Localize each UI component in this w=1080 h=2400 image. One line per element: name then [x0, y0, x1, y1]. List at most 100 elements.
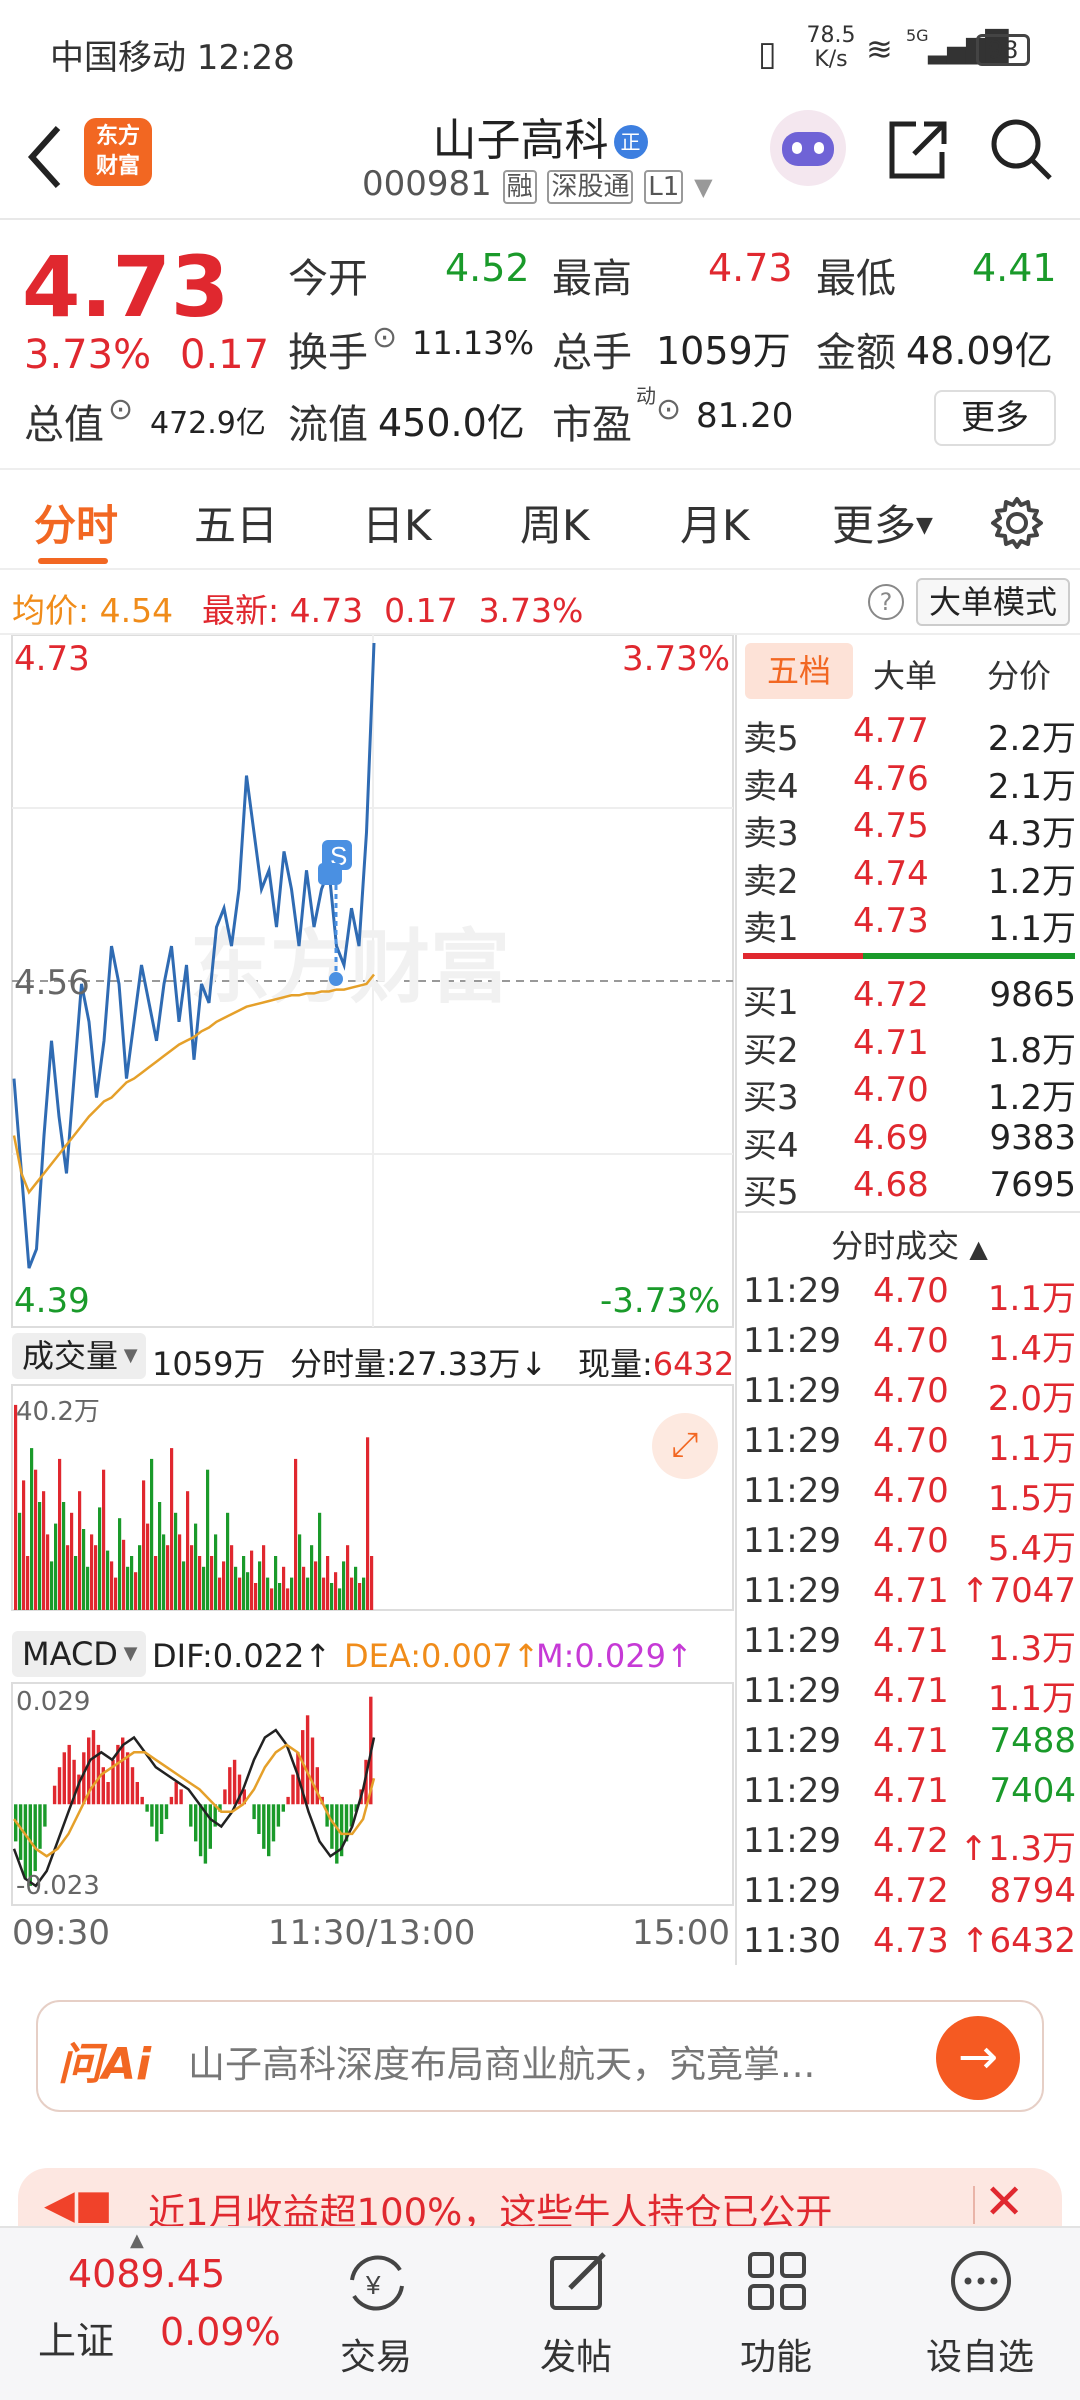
- x-axis-start: 09:30: [12, 1913, 110, 1953]
- level-volume: 9383: [989, 1117, 1076, 1158]
- bottom-nav: ▲ 4089.45 上证 0.09% ¥ 交易 发帖 功能 设自选: [0, 2226, 1080, 2400]
- arrow-right-icon[interactable]: →: [936, 2016, 1020, 2100]
- ask-ai-prompt[interactable]: 山子高科深度布局商业航天，究竟掌...: [188, 2034, 815, 2088]
- macd-m: M:0.029↑: [536, 1637, 693, 1675]
- net-speed: 78.5 K/s: [806, 23, 856, 72]
- level-tag[interactable]: L1: [644, 170, 684, 204]
- tab-daily-k[interactable]: 日K: [362, 492, 432, 553]
- pe-label: 市盈: [552, 402, 632, 448]
- robot-assistant-icon[interactable]: [770, 110, 846, 186]
- trade-row[interactable]: 11:29 4.70 1.5万: [737, 1471, 1080, 1519]
- bid-row[interactable]: 买5 4.68 7695: [737, 1165, 1080, 1213]
- volume-bar: [326, 1556, 330, 1610]
- tab-five-levels[interactable]: 五档: [745, 643, 853, 699]
- chart-tabs: 分时 五日 日K 周K 月K 更多▼: [0, 470, 1080, 570]
- ask-row[interactable]: 卖1 4.73 1.1万: [737, 901, 1080, 949]
- big-order-mode-button[interactable]: 大单模式: [916, 578, 1070, 626]
- volume-bar: [242, 1556, 246, 1610]
- trade-row[interactable]: 11:29 4.71 ↑7047: [737, 1571, 1080, 1617]
- trade-time: 11:29: [743, 1721, 841, 1761]
- ask-row[interactable]: 卖4 4.76 2.1万: [737, 759, 1080, 807]
- trade-row[interactable]: 11:29 4.71 7488: [737, 1721, 1080, 1767]
- volume-bar: [270, 1588, 274, 1610]
- search-icon[interactable]: [988, 116, 1054, 184]
- intraday-chart-area: 东方财富 S 4.73 3.73% 4.56 4.39 -3.73% 成交量 ▼…: [0, 635, 735, 1965]
- amount-value: 48.09亿: [906, 329, 1053, 373]
- volume-bar: [302, 1566, 306, 1610]
- trade-price: 4.71: [873, 1671, 949, 1711]
- volume-bar: [310, 1545, 314, 1610]
- settings-gear-icon[interactable]: [990, 496, 1044, 550]
- level-price: 4.74: [853, 853, 929, 894]
- tab-monthly-k[interactable]: 月K: [680, 492, 750, 553]
- trade-volume: 1.1万: [987, 1679, 1076, 1719]
- tab-intraday[interactable]: 分时: [34, 492, 118, 553]
- bid-row[interactable]: 买2 4.71 1.8万: [737, 1023, 1080, 1071]
- bid-row[interactable]: 买1 4.72 9865: [737, 975, 1080, 1023]
- trade-row[interactable]: 11:29 4.70 1.1万: [737, 1271, 1080, 1319]
- tab-price-dist[interactable]: 分价: [987, 651, 1051, 697]
- volume-label: 总手: [552, 330, 632, 376]
- trade-row[interactable]: 11:29 4.70 1.4万: [737, 1321, 1080, 1369]
- volume-bar: [146, 1523, 150, 1610]
- trade-row[interactable]: 11:29 4.70 2.0万: [737, 1371, 1080, 1419]
- bid-row[interactable]: 买4 4.69 9383: [737, 1117, 1080, 1166]
- volume-bar: [46, 1534, 50, 1610]
- nav-trade[interactable]: ¥ 交易: [286, 2228, 466, 2400]
- info-icon[interactable]: ⊙: [656, 392, 681, 427]
- trade-row[interactable]: 11:29 4.70 5.4万: [737, 1521, 1080, 1569]
- mktcap-value: 472.9亿: [150, 406, 266, 441]
- volume-bar: [158, 1502, 162, 1610]
- macd-bar: [257, 1804, 261, 1834]
- divider: [737, 1211, 1080, 1213]
- ask-row[interactable]: 卖5 4.77 2.2万: [737, 711, 1080, 759]
- tab-more[interactable]: 更多▼: [832, 492, 933, 553]
- share-icon[interactable]: [886, 118, 948, 182]
- macd-bar: [150, 1804, 154, 1827]
- level-label: 卖3: [743, 814, 799, 854]
- volume-bar: [362, 1577, 366, 1610]
- info-icon[interactable]: ⊙: [372, 320, 397, 355]
- expand-icon[interactable]: ⤢: [652, 1413, 718, 1479]
- tab-big-orders[interactable]: 大单: [873, 651, 937, 697]
- trade-row[interactable]: 11:29 4.72 8794: [737, 1871, 1080, 1917]
- ask-ai-bar[interactable]: 问Ai 山子高科深度布局商业航天，究竟掌... →: [36, 2000, 1044, 2112]
- chevron-down-icon[interactable]: ▼: [694, 173, 712, 201]
- trade-price: 4.70: [873, 1421, 949, 1461]
- bid-row[interactable]: 买3 4.70 1.2万: [737, 1070, 1080, 1118]
- trade-price: 4.71: [873, 1571, 949, 1611]
- index-quote[interactable]: ▲ 4089.45 上证 0.09%: [0, 2228, 281, 2400]
- trade-row[interactable]: 11:29 4.72 ↑1.3万: [737, 1821, 1080, 1869]
- macd-bar: [330, 1804, 334, 1849]
- macd-bar: [262, 1804, 266, 1849]
- macd-indicator-select[interactable]: MACD ▼: [12, 1631, 146, 1677]
- more-button[interactable]: 更多: [934, 390, 1056, 446]
- nav-functions[interactable]: 功能: [686, 2228, 866, 2400]
- caret-down-icon: ▼: [117, 1643, 138, 1664]
- caret-down-icon: ▼: [916, 513, 933, 538]
- index-value: 4089.45: [68, 2252, 226, 2296]
- trades-title[interactable]: 分时成交 ▲: [737, 1221, 1080, 1267]
- nav-add-watchlist[interactable]: 设自选: [890, 2228, 1070, 2400]
- volume-bar: [370, 1556, 374, 1610]
- close-icon[interactable]: ✕: [984, 2174, 1024, 2230]
- nav-post[interactable]: 发帖: [486, 2228, 666, 2400]
- volume-bar: [262, 1545, 266, 1610]
- help-icon[interactable]: ?: [868, 584, 904, 620]
- level-volume: 4.3万: [987, 814, 1076, 854]
- trade-row[interactable]: 11:29 4.71 1.3万: [737, 1621, 1080, 1669]
- tab-weekly-k[interactable]: 周K: [520, 492, 590, 553]
- ask-row[interactable]: 卖2 4.74 1.2万: [737, 853, 1080, 902]
- trade-row[interactable]: 11:29 4.70 1.1万: [737, 1421, 1080, 1469]
- quote-panel: 4.73 3.73% 0.17 今开 4.52 最高 4.73 最低 4.41 …: [0, 220, 1080, 470]
- trade-row[interactable]: 11:29 4.71 7404: [737, 1771, 1080, 1817]
- level-price: 4.75: [853, 806, 929, 846]
- macd-bar: [174, 1782, 178, 1805]
- macd-bar: [91, 1730, 96, 1805]
- tab-five-day[interactable]: 五日: [194, 492, 278, 553]
- trade-row[interactable]: 11:29 4.71 1.1万: [737, 1671, 1080, 1719]
- volume-indicator-select[interactable]: 成交量 ▼: [12, 1333, 146, 1379]
- trade-row[interactable]: 11:30 4.73 ↑6432: [737, 1921, 1080, 1967]
- info-icon[interactable]: ⊙: [108, 392, 133, 427]
- ask-row[interactable]: 卖3 4.75 4.3万: [737, 806, 1080, 854]
